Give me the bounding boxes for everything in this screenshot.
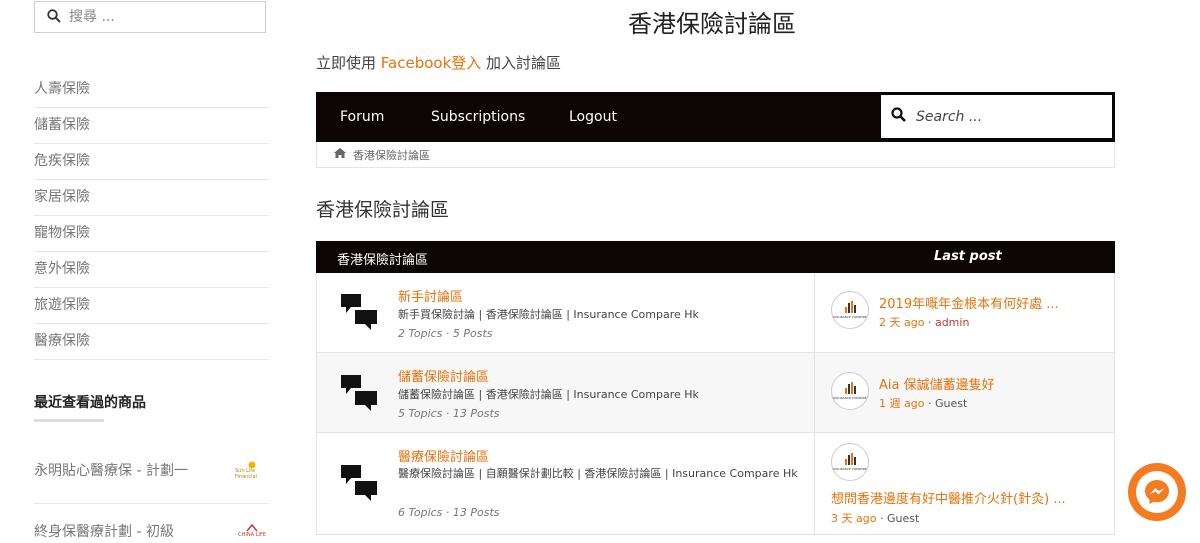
last-post-user[interactable]: admin xyxy=(935,316,969,329)
avatar-text: INSURANCE COMPARE xyxy=(833,467,867,471)
sidebar-search[interactable] xyxy=(34,1,266,33)
avatar-text: INSURANCE COMPARE xyxy=(833,396,867,400)
forum-description: 醫療保險討論區 | 自願醫保計劃比較 | 香港保險討論區 | Insurance… xyxy=(398,467,798,480)
column-divider xyxy=(814,433,815,534)
logo-text: Sun Life Financial xyxy=(235,468,257,480)
category-item[interactable]: 人壽保險 xyxy=(34,72,269,108)
nav-logout[interactable]: Logout xyxy=(569,92,617,142)
forum-stats: 2 Topics · 5 Posts xyxy=(398,327,493,340)
last-post-title[interactable]: 2019年嘅年金根本有何好處 ... xyxy=(879,293,1059,312)
avatar[interactable]: INSURANCE COMPARE xyxy=(831,372,869,410)
forum-row: 新手討論區 新手買保險討論 | 香港保險討論區 | Insurance Comp… xyxy=(316,273,1115,353)
sunlife-logo: Sun Life Financial xyxy=(235,458,269,482)
category-item[interactable]: 意外保險 xyxy=(34,252,269,288)
site-title: 香港保險討論區 xyxy=(628,10,796,38)
column-divider xyxy=(814,273,815,352)
forum-row: 醫療保險討論區 醫療保險討論區 | 自願醫保計劃比較 | 香港保險討論區 | I… xyxy=(316,433,1115,535)
chinalife-logo: CHINA LIFE xyxy=(235,519,269,543)
forum-stats: 6 Topics · 13 Posts xyxy=(398,506,500,519)
avatar[interactable]: INSURANCE COMPARE xyxy=(831,443,869,481)
nav-subscriptions[interactable]: Subscriptions xyxy=(431,92,525,142)
avatar-logo-icon xyxy=(844,382,856,394)
forum-description: 儲蓄保險討論區 | 香港保險討論區 | Insurance Compare Hk xyxy=(398,388,699,401)
recent-product-label: 永明貼心醫療保 - 計劃一 xyxy=(34,463,188,479)
forum-search-input[interactable] xyxy=(916,108,1096,125)
forum-name-link[interactable]: 醫療保險討論區 xyxy=(398,446,489,465)
table-header: 香港保險討論區 Last post xyxy=(316,241,1115,273)
recent-product-label: 終身保醫療計劃 - 初級 xyxy=(34,524,174,540)
breadcrumb-item[interactable]: 香港保險討論區 xyxy=(353,147,430,163)
forum-bubble-icon xyxy=(341,375,377,411)
avatar-text: INSURANCE COMPARE xyxy=(833,315,867,319)
category-item[interactable]: 家居保險 xyxy=(34,180,269,216)
avatar-logo-icon xyxy=(844,301,856,313)
login-prompt: 立即使用 Facebook登入 加入討論區 xyxy=(316,52,561,73)
messenger-chat-button[interactable] xyxy=(1128,463,1186,521)
forum-name-link[interactable]: 新手討論區 xyxy=(398,286,463,305)
category-item[interactable]: 醫療保險 xyxy=(34,324,269,360)
last-post-time[interactable]: 1 週 ago xyxy=(879,397,924,410)
forum-stats: 5 Topics · 13 Posts xyxy=(398,407,500,420)
col-forum-header: 香港保險討論區 xyxy=(337,253,429,268)
category-item[interactable]: 儲蓄保險 xyxy=(34,108,269,144)
column-divider xyxy=(814,353,815,432)
sidebar-search-input[interactable] xyxy=(69,9,239,25)
category-item[interactable]: 寵物保險 xyxy=(34,216,269,252)
nav-forum[interactable]: Forum xyxy=(340,92,384,142)
category-item[interactable]: 旅遊保險 xyxy=(34,288,269,324)
divider xyxy=(34,503,269,504)
logo-text: CHINA LIFE xyxy=(238,532,266,538)
avatar[interactable]: INSURANCE COMPARE xyxy=(831,291,869,329)
category-list: 人壽保險 儲蓄保險 危疾保險 家居保險 寵物保險 意外保險 旅遊保險 醫療保險 xyxy=(34,72,269,360)
last-post-meta: 2 天 ago · admin xyxy=(879,314,969,330)
recent-product-item[interactable]: 終身保醫療計劃 - 初級 CHINA LIFE xyxy=(34,519,269,543)
last-post-title[interactable]: 想問香港邊度有好中醫推介火針(針灸) ... xyxy=(831,488,1066,507)
last-post-title[interactable]: Aia 保誠儲蓄邊隻好 xyxy=(879,374,995,393)
title-underline xyxy=(34,419,104,422)
home-icon[interactable] xyxy=(333,147,347,162)
forum-name-link[interactable]: 儲蓄保險討論區 xyxy=(398,366,489,385)
meta-separator: · xyxy=(924,397,935,410)
recent-products-title: 最近查看過的商品 xyxy=(34,395,146,411)
forum-navbar: Forum Subscriptions Logout xyxy=(316,92,1115,142)
recent-product-item[interactable]: 永明貼心醫療保 - 計劃一 Sun Life Financial xyxy=(34,458,269,482)
forum-table: 香港保險討論區 Last post 新手討論區 新手買保險討論 | 香港保險討論… xyxy=(316,241,1115,535)
search-icon xyxy=(891,107,906,126)
login-suffix: 加入討論區 xyxy=(481,54,562,72)
avatar-logo-icon xyxy=(844,453,856,465)
forum-search[interactable] xyxy=(880,94,1113,139)
messenger-icon xyxy=(1136,471,1178,513)
last-post-meta: 1 週 ago · Guest xyxy=(879,395,967,411)
forum-heading: 香港保險討論區 xyxy=(316,199,450,221)
forum-bubble-icon xyxy=(341,294,377,330)
forum-description: 新手買保險討論 | 香港保險討論區 | Insurance Compare Hk xyxy=(398,308,699,321)
breadcrumb: 香港保險討論區 xyxy=(316,142,1115,168)
search-icon xyxy=(47,8,61,27)
login-prefix: 立即使用 xyxy=(316,54,381,72)
facebook-login-link[interactable]: Facebook登入 xyxy=(381,54,481,72)
last-post-time[interactable]: 3 天 ago xyxy=(831,512,876,525)
last-post-user: Guest xyxy=(934,397,968,410)
category-item[interactable]: 危疾保險 xyxy=(34,144,269,180)
meta-separator: · xyxy=(924,316,935,329)
last-post-time[interactable]: 2 天 ago xyxy=(879,316,924,329)
col-last-post-header: Last post xyxy=(934,249,1002,264)
meta-separator: · xyxy=(876,512,887,525)
last-post-meta: 3 天 ago · Guest xyxy=(831,510,919,526)
last-post-user: Guest xyxy=(886,512,920,525)
forum-bubble-icon xyxy=(341,465,377,501)
forum-row: 儲蓄保險討論區 儲蓄保險討論區 | 香港保險討論區 | Insurance Co… xyxy=(316,353,1115,433)
